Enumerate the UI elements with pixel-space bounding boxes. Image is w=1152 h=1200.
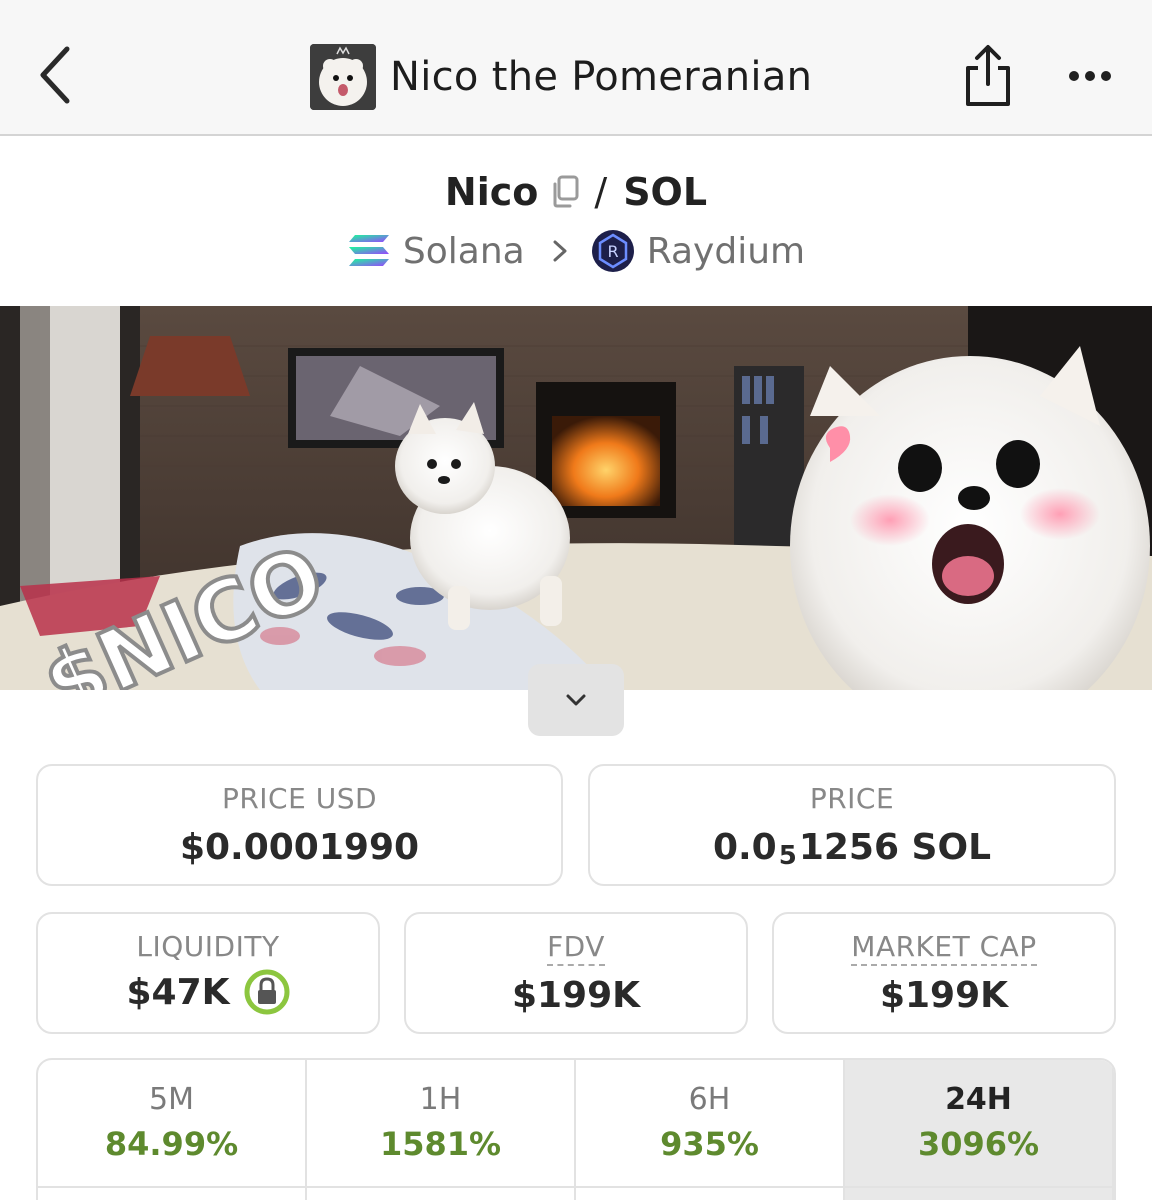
pair-heading: Nico / SOL <box>0 164 1152 220</box>
pair-separator: / <box>594 170 608 214</box>
token-title-group: Nico the Pomeranian <box>310 44 812 110</box>
solana-icon <box>348 235 389 266</box>
divider <box>38 1186 1114 1188</box>
price-usd-card: PRICE USD $0.0001990 <box>36 764 563 886</box>
chevron-down-icon <box>566 694 586 706</box>
lock-icon[interactable] <box>244 969 290 1015</box>
base-token-symbol: Nico <box>444 170 539 214</box>
page-title: Nico the Pomeranian <box>390 54 813 100</box>
chevron-left-icon <box>40 46 70 104</box>
share-button[interactable] <box>962 44 1014 108</box>
price-change-tabs: 5M 84.99% 1H 1581% 6H 935% 24H 3096% <box>36 1058 1116 1200</box>
liquidity-card: LIQUIDITY $47K <box>36 912 380 1034</box>
chain-link[interactable]: Solana <box>347 231 525 272</box>
top-bar: Nico the Pomeranian <box>0 0 1152 136</box>
dex-name: Raydium <box>646 230 806 272</box>
tab-label: 24H <box>945 1082 1012 1117</box>
tab-label: 6H <box>688 1082 731 1117</box>
tab-change-value: 935% <box>660 1125 759 1163</box>
raydium-icon: R <box>591 230 634 272</box>
liquidity-value: $47K <box>126 971 230 1013</box>
market-cap-label: MARKET CAP <box>774 930 1114 966</box>
market-cap-card[interactable]: MARKET CAP $199K <box>772 912 1116 1034</box>
chain-name: Solana <box>402 230 525 272</box>
token-banner-image: $NICO <box>0 306 1152 690</box>
chain-breadcrumb: Solana R Raydium <box>0 224 1152 278</box>
back-button[interactable] <box>30 40 80 110</box>
token-avatar <box>310 44 376 110</box>
tab-24h[interactable]: 24H 3096% <box>845 1060 1114 1200</box>
tab-change-value: 84.99% <box>104 1125 239 1163</box>
tab-change-value: 3096% <box>917 1125 1040 1163</box>
price-native-prefix: 0.0 <box>712 827 777 868</box>
tab-1h[interactable]: 1H 1581% <box>307 1060 576 1200</box>
price-usd-label: PRICE USD <box>221 782 378 815</box>
tab-6h[interactable]: 6H 935% <box>576 1060 845 1200</box>
tab-label: 5M <box>149 1082 194 1117</box>
price-native-card: PRICE 0.0 5 1256 SOL <box>588 764 1116 886</box>
dex-link[interactable]: R Raydium <box>591 229 805 273</box>
chevron-right-icon <box>551 238 569 264</box>
price-native-zero-count: 5 <box>778 840 797 871</box>
price-native-suffix: 1256 SOL <box>798 827 992 868</box>
copy-address-button[interactable] <box>550 175 580 209</box>
tab-change-value: 1581% <box>379 1125 502 1163</box>
more-icon <box>1069 71 1111 81</box>
fdv-label: FDV <box>406 930 746 966</box>
liquidity-label: LIQUIDITY <box>136 930 280 963</box>
tab-label: 1H <box>419 1082 462 1117</box>
share-icon <box>966 45 1010 106</box>
quote-token-symbol: SOL <box>623 170 708 214</box>
tab-5m[interactable]: 5M 84.99% <box>38 1060 307 1200</box>
copy-icon <box>553 175 579 208</box>
fdv-card[interactable]: FDV $199K <box>404 912 748 1034</box>
fdv-value: $199K <box>511 975 641 1016</box>
market-cap-value: $199K <box>879 975 1009 1016</box>
price-usd-value: $0.0001990 <box>179 827 420 868</box>
more-options-button[interactable] <box>1064 60 1116 92</box>
price-native-value: 0.0 5 1256 SOL <box>590 827 1114 871</box>
expand-banner-button[interactable] <box>528 664 624 736</box>
liquidity-value-row: $47K <box>38 969 378 1015</box>
price-native-label: PRICE <box>809 782 895 815</box>
svg-text:R: R <box>607 242 618 261</box>
